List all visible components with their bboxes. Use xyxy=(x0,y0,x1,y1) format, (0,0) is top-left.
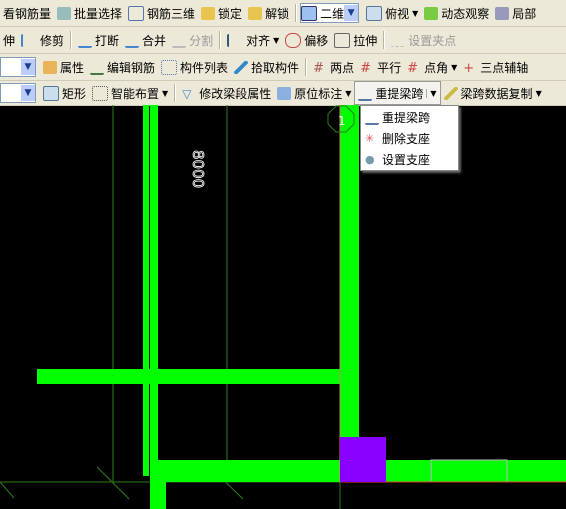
beam-horizontal[interactable] xyxy=(37,369,340,384)
parallel-axis-icon: # xyxy=(360,60,371,76)
axis-tick xyxy=(0,481,15,499)
parallel-button[interactable]: # 平行 xyxy=(357,56,404,78)
extend-button[interactable]: 伸 xyxy=(0,29,18,51)
edit-rebar-icon xyxy=(90,60,105,75)
offset-button[interactable]: 偏移 xyxy=(282,29,331,51)
batch-select-button[interactable]: 批量选择 xyxy=(54,2,125,24)
chevron-down-icon[interactable]: ▼ xyxy=(21,59,35,75)
view-direction-button[interactable]: 俯视 ▼ xyxy=(363,2,421,24)
separator xyxy=(383,31,386,49)
view-mode-select[interactable]: 二维 ▼ xyxy=(300,3,360,23)
edit-rebar-button[interactable]: 编辑钢筋 xyxy=(87,56,158,78)
rectangle-button[interactable]: 矩形 xyxy=(40,82,89,104)
local-icon xyxy=(495,6,510,20)
list-icon xyxy=(161,59,178,75)
beam-horizontal[interactable] xyxy=(150,460,340,482)
separator xyxy=(295,4,298,22)
point-angle-icon: # xyxy=(407,60,418,76)
two-point-button[interactable]: # 两点 xyxy=(310,56,357,78)
separator xyxy=(70,31,73,49)
separator xyxy=(174,84,177,102)
two-point-axis-icon: # xyxy=(313,60,324,76)
lock-icon xyxy=(201,6,216,20)
trim-icon xyxy=(21,33,37,47)
unlock-button[interactable]: 解锁 xyxy=(245,2,292,24)
eyedropper-icon xyxy=(234,60,249,74)
align-button[interactable]: 对齐 ▼ xyxy=(224,29,282,51)
delete-support-icon: ✳ xyxy=(365,131,375,145)
view-rebar-qty-button[interactable]: 看钢筋量 xyxy=(0,2,54,24)
separator xyxy=(219,31,222,49)
grip-icon xyxy=(391,33,406,47)
dimension-text: 8000 xyxy=(189,150,207,188)
unlock-icon xyxy=(248,6,263,20)
modify-beam-segment-button[interactable]: ▽ 修改梁段属性 xyxy=(179,82,274,104)
menu-item-re-extract-span[interactable]: 重提梁跨 xyxy=(361,107,458,127)
annotation-icon xyxy=(277,86,292,100)
three-point-axis-icon: + xyxy=(463,60,475,76)
menu-item-set-support[interactable]: ● 设置支座 xyxy=(361,149,458,169)
re-extract-span-button[interactable]: 重提梁跨 ▼ xyxy=(354,81,441,105)
properties-icon xyxy=(43,60,57,74)
copy-span-data-button[interactable]: 梁跨数据复制 ▼ xyxy=(441,82,545,104)
properties-button[interactable]: 属性 xyxy=(40,56,87,78)
toolbar-row-1: 看钢筋量 批量选择 钢筋三维 锁定 解锁 二维 ▼ 俯视 ▼ 动态观察 局部 xyxy=(0,0,566,27)
separator xyxy=(305,58,308,76)
component-select[interactable]: ▼ xyxy=(0,57,36,77)
beam-span-icon xyxy=(358,86,373,101)
cube-icon xyxy=(366,5,383,21)
rectangle-icon xyxy=(43,85,59,101)
split-icon xyxy=(172,33,187,48)
break-button[interactable]: 打断 xyxy=(75,29,122,51)
beam-vertical[interactable] xyxy=(340,105,359,437)
offset-icon xyxy=(285,32,302,48)
component-list-button[interactable]: 构件列表 xyxy=(158,56,231,78)
brush-icon xyxy=(443,86,458,100)
rebar-3d-button[interactable]: 钢筋三维 xyxy=(125,2,198,24)
pick-component-button[interactable]: 拾取构件 xyxy=(231,56,302,78)
break-icon xyxy=(78,33,93,48)
beam-vertical[interactable] xyxy=(150,105,158,509)
set-grip-button[interactable]: 设置夹点 xyxy=(388,29,459,51)
point-angle-button[interactable]: # 点角 ▼ xyxy=(404,56,460,78)
beam-horizontal-selected[interactable] xyxy=(386,460,566,482)
view-2d-icon xyxy=(301,5,318,21)
axis-lines xyxy=(0,105,566,509)
merge-button[interactable]: 合并 xyxy=(122,29,169,51)
local-button[interactable]: 局部 xyxy=(492,2,539,24)
batch-select-icon xyxy=(57,6,72,20)
stretch-icon xyxy=(334,32,351,48)
drawing-canvas[interactable]: 8000 1 xyxy=(0,105,566,509)
beam-vertical[interactable] xyxy=(150,482,166,509)
smart-layout-button[interactable]: 智能布置 ▼ xyxy=(89,82,171,104)
toolbar-row-3: ▼ 属性 编辑钢筋 构件列表 拾取构件 # 两点 # 平行 # 点角 ▼ + 三点辅轴 xyxy=(0,54,566,81)
column[interactable] xyxy=(340,437,386,482)
beam-vertical[interactable] xyxy=(143,105,149,476)
merge-icon xyxy=(125,33,140,48)
draw-mode-select[interactable]: ▼ xyxy=(0,83,36,103)
lock-button[interactable]: 锁定 xyxy=(198,2,245,24)
axis-label: 1 xyxy=(338,114,346,128)
trim-button[interactable]: 修剪 xyxy=(18,29,67,51)
smart-layout-icon xyxy=(92,85,109,101)
toolbar-row-2: 伸 修剪 打断 合并 分割 对齐 ▼ 偏移 拉伸 设置夹点 xyxy=(0,27,566,54)
orbit-icon xyxy=(424,6,439,20)
chevron-down-icon[interactable]: ▼ xyxy=(344,5,359,21)
align-icon xyxy=(227,33,243,47)
re-extract-span-dropdown: 重提梁跨 ✳ 删除支座 ● 设置支座 xyxy=(360,105,459,171)
beam-span-icon xyxy=(365,110,379,125)
menu-item-delete-support[interactable]: ✳ 删除支座 xyxy=(361,128,458,148)
three-point-axis-button[interactable]: + 三点辅轴 xyxy=(460,56,531,78)
set-support-icon: ● xyxy=(365,152,375,166)
toolbar-row-4: ▼ 矩形 智能布置 ▼ ▽ 修改梁段属性 原位标注 ▼ 重提梁跨 ▼ 梁跨数据复制 ▼ xyxy=(0,81,566,106)
funnel-icon: ▽ xyxy=(182,86,192,101)
grid-3d-icon xyxy=(128,5,145,21)
split-button[interactable]: 分割 xyxy=(169,29,216,51)
stretch-button[interactable]: 拉伸 xyxy=(331,29,380,51)
in-place-annotation-button[interactable]: 原位标注 ▼ xyxy=(274,82,354,104)
orbit-button[interactable]: 动态观察 xyxy=(421,2,492,24)
chevron-down-icon[interactable]: ▼ xyxy=(21,85,35,101)
